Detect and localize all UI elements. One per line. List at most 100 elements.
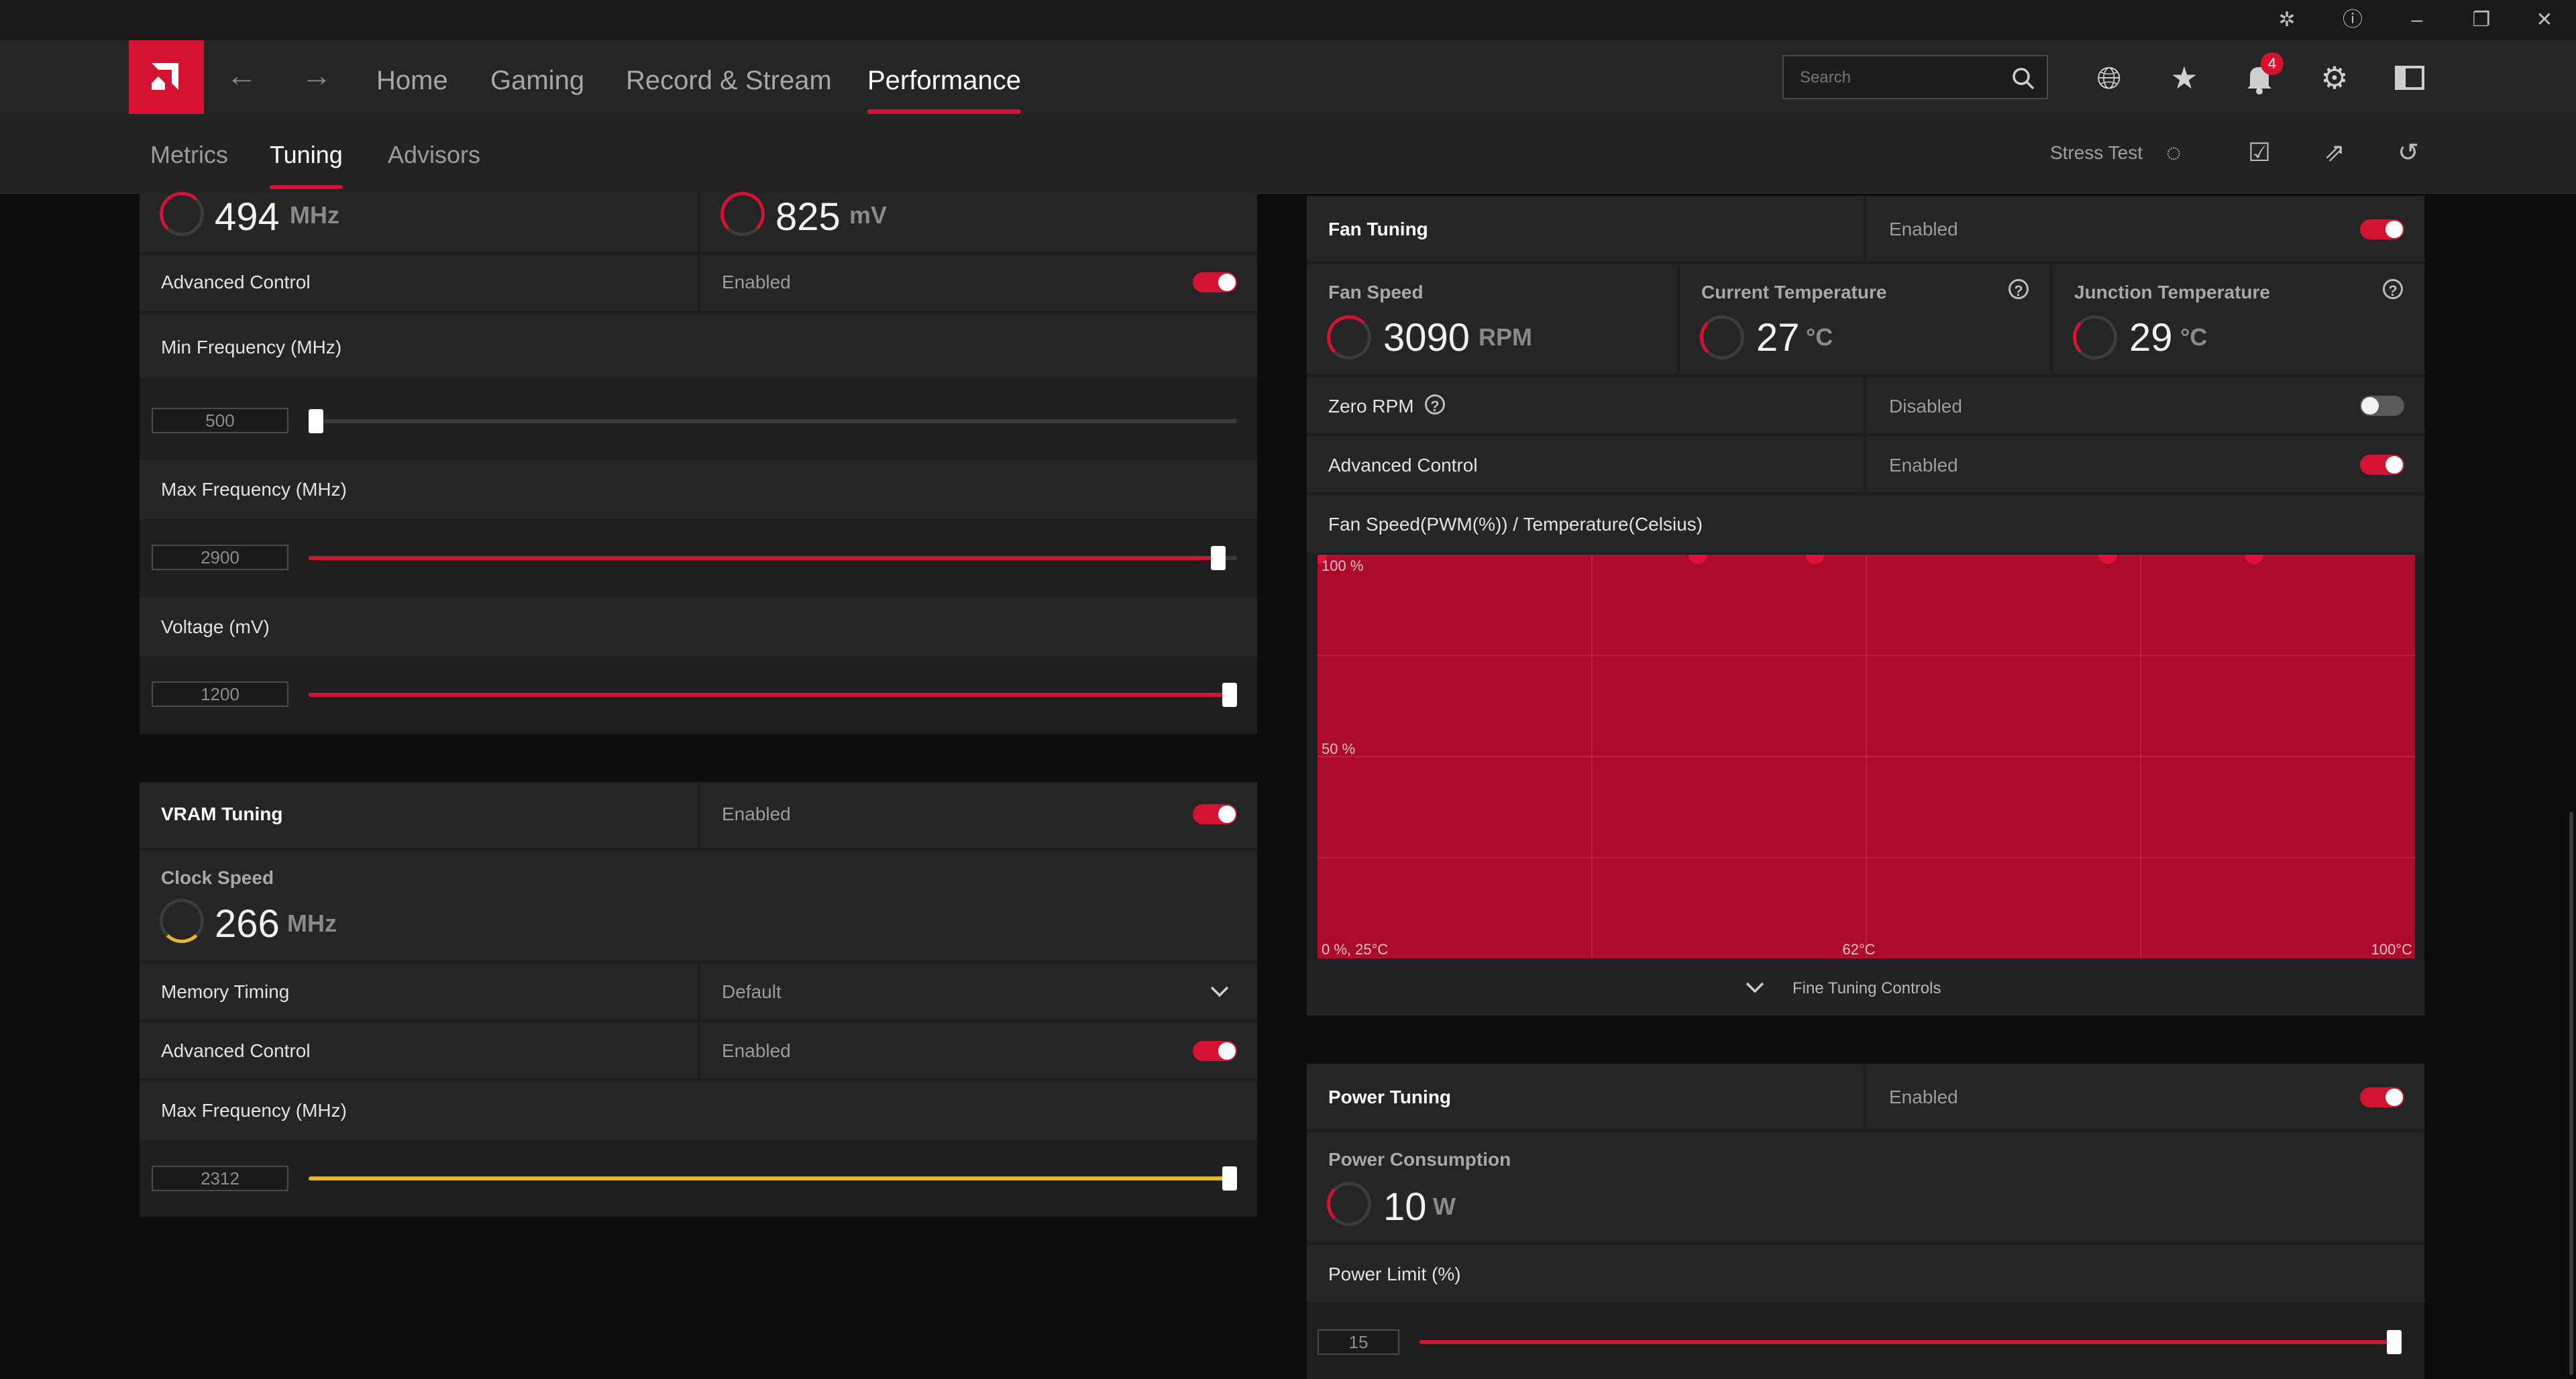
tab-home[interactable]: Home: [376, 40, 448, 114]
tab-metrics[interactable]: Metrics: [150, 114, 228, 189]
max-frequency-input[interactable]: 2900: [152, 545, 288, 570]
globe-icon[interactable]: 🌐︎: [2090, 59, 2128, 97]
help-icon[interactable]: ⓘ: [2337, 5, 2368, 35]
max-frequency-label: Max Frequency (MHz): [161, 479, 347, 500]
x-tick-label: 0 %, 25°C: [1322, 941, 1388, 958]
favorites-star-icon[interactable]: ★: [2165, 59, 2203, 97]
search-icon[interactable]: [2010, 66, 2036, 91]
vram-max-frequency-slider[interactable]: [309, 1166, 1237, 1191]
power-limit-input[interactable]: 15: [1318, 1329, 1399, 1355]
amd-logo-icon[interactable]: [129, 40, 204, 114]
fan-advanced-control-label: Advanced Control: [1328, 455, 1478, 476]
fan-curve-chart[interactable]: 100 % 50 % 0 %, 25°C 62°C 100°C: [1308, 545, 2415, 958]
frequency-gauge-icon: [160, 192, 204, 236]
help-icon[interactable]: ?: [2383, 279, 2403, 299]
voltage-gauge-icon: [720, 192, 765, 236]
sidebar-toggle-icon[interactable]: [2391, 59, 2428, 97]
y-tick-label: 100 %: [1322, 557, 1363, 574]
tab-performance[interactable]: Performance: [867, 40, 1021, 114]
vram-max-frequency-label: Max Frequency (MHz): [161, 1100, 347, 1121]
power-limit-label: Power Limit (%): [1328, 1264, 1461, 1284]
fan-advanced-control-toggle[interactable]: [2360, 455, 2404, 475]
slider-thumb[interactable]: [1222, 1166, 1237, 1191]
junction-temperature-unit: °C: [2180, 323, 2208, 351]
voltage-row: [140, 597, 1257, 656]
junction-temperature-label: Junction Temperature: [2074, 282, 2270, 302]
x-tick-label: 62°C: [1843, 941, 1876, 958]
current-temperature-value: 27: [1756, 316, 1800, 360]
power-state: Enabled: [1889, 1087, 1958, 1107]
help-icon[interactable]: ?: [1425, 394, 1445, 415]
min-frequency-slider[interactable]: [309, 409, 1237, 433]
export-profile-icon[interactable]: ⇗: [2316, 134, 2353, 172]
settings-gear-icon[interactable]: ⚙: [2316, 59, 2353, 97]
vram-advanced-control-label: Advanced Control: [161, 1040, 311, 1061]
apply-changes-icon[interactable]: ☑: [2241, 134, 2278, 172]
clock-speed-label: Clock Speed: [161, 867, 274, 888]
voltage-input[interactable]: 1200: [152, 681, 288, 707]
fan-advanced-control-state: Enabled: [1889, 455, 1958, 476]
fan-toggle[interactable]: [2360, 219, 2404, 239]
stress-test-gauge-icon[interactable]: ◌: [2155, 134, 2192, 172]
power-limit-slider[interactable]: [1419, 1330, 2402, 1354]
slider-thumb[interactable]: [309, 409, 323, 433]
search-input[interactable]: [1799, 63, 2002, 93]
chevron-down-icon[interactable]: [1744, 981, 1766, 995]
back-arrow-icon[interactable]: ←: [221, 55, 262, 95]
chevron-down-icon[interactable]: [1208, 983, 1232, 999]
restore-icon[interactable]: ❐: [2466, 5, 2497, 35]
fan-curve-svg[interactable]: 100 % 50 % 0 %, 25°C 62°C 100°C: [1308, 545, 2415, 958]
memory-timing-label: Memory Timing: [161, 981, 290, 1002]
zero-rpm-state: Disabled: [1889, 396, 1962, 417]
reset-icon[interactable]: ↺: [2390, 134, 2427, 172]
fine-tuning-label[interactable]: Fine Tuning Controls: [1792, 979, 1941, 998]
fan-speed-value: 3090: [1383, 316, 1470, 360]
tab-advisors[interactable]: Advisors: [388, 114, 480, 189]
y-tick-label: 50 %: [1322, 740, 1355, 757]
memory-timing-dropdown[interactable]: [700, 963, 1257, 1019]
clock-speed-gauge-icon: [160, 899, 204, 943]
zero-rpm-label: Zero RPM: [1328, 396, 1414, 417]
close-icon[interactable]: ✕: [2529, 5, 2560, 35]
bug-icon[interactable]: ✲: [2271, 5, 2302, 35]
frequency-value: 494: [215, 195, 280, 239]
memory-timing-value[interactable]: Default: [722, 981, 782, 1003]
tab-gaming[interactable]: Gaming: [490, 40, 584, 114]
vram-advanced-control-toggle[interactable]: [1193, 1041, 1237, 1061]
advanced-control-label: Advanced Control: [161, 272, 311, 292]
zero-rpm-toggle[interactable]: [2360, 396, 2404, 416]
min-frequency-label: Min Frequency (MHz): [161, 337, 342, 357]
advanced-control-state: Enabled: [722, 272, 791, 292]
current-temperature-gauge-icon: [1700, 315, 1744, 360]
max-frequency-slider[interactable]: [309, 546, 1237, 570]
stress-test-label[interactable]: Stress Test: [2050, 142, 2143, 164]
power-limit-row: [1307, 1245, 2424, 1303]
current-temperature-label: Current Temperature: [1701, 282, 1887, 302]
slider-thumb[interactable]: [1211, 546, 1226, 570]
vram-advanced-control-state: Enabled: [722, 1040, 791, 1061]
power-consumption-gauge-icon: [1327, 1182, 1371, 1226]
minimize-icon[interactable]: –: [2402, 5, 2432, 35]
power-consumption-unit: W: [1433, 1193, 1456, 1220]
voltage-unit: mV: [849, 201, 888, 229]
vram-toggle[interactable]: [1193, 804, 1237, 824]
slider-thumb[interactable]: [1222, 683, 1237, 707]
search-box[interactable]: [1782, 55, 2048, 99]
x-tick-label: 100°C: [2371, 941, 2413, 958]
advanced-control-toggle[interactable]: [1193, 272, 1237, 292]
min-frequency-input[interactable]: 500: [152, 408, 288, 433]
frequency-unit: MHz: [290, 201, 339, 229]
voltage-slider[interactable]: [309, 683, 1237, 707]
fan-title: Fan Tuning: [1328, 219, 1428, 239]
slider-fill: [309, 693, 1237, 697]
scrollbar[interactable]: [2569, 812, 2573, 1375]
tab-record-stream[interactable]: Record & Stream: [626, 40, 832, 114]
slider-thumb[interactable]: [2387, 1330, 2402, 1354]
help-icon[interactable]: ?: [2008, 279, 2029, 299]
vram-state: Enabled: [722, 804, 791, 824]
power-toggle[interactable]: [2360, 1087, 2404, 1107]
forward-arrow-icon[interactable]: →: [297, 55, 337, 95]
tab-tuning[interactable]: Tuning: [270, 114, 343, 189]
vram-max-frequency-input[interactable]: 2312: [152, 1166, 288, 1191]
power-consumption-label: Power Consumption: [1328, 1149, 1511, 1170]
